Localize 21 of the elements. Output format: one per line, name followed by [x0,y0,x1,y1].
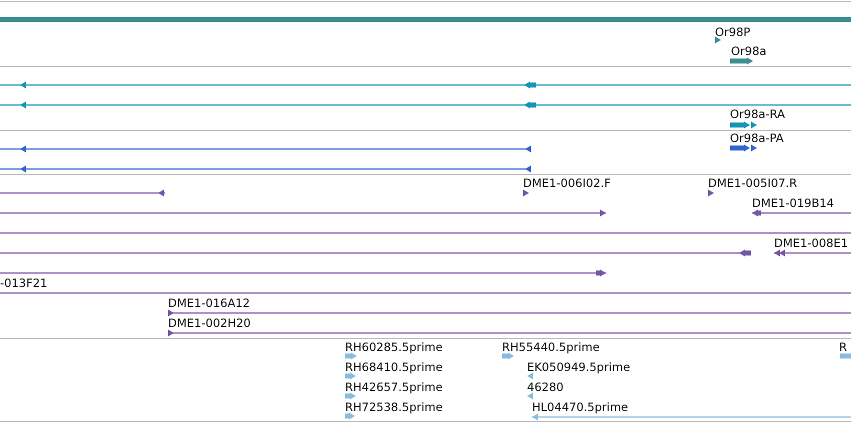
feature-label: RH55440.5prime [502,340,600,354]
feature-label: Or98a-PA [730,131,784,145]
feature-label: Or98a-RA [730,107,786,121]
feature-label: HL04470.5prime [532,400,628,414]
feature-label: EK050949.5prime [527,360,630,374]
feature-label: RH72538.5prime [345,400,443,414]
feature-glyph [840,354,851,358]
feature-label: 46280 [527,380,564,394]
feature-label: RH42657.5prime [345,380,443,394]
feature-label: Or98P [715,25,750,39]
feature-label: RH68410.5prime [345,360,443,374]
feature-label: DME1-005I07.R [708,176,798,190]
feature-label: DME1-008E1 [774,236,848,250]
feature-label: DME1-002H20 [168,316,251,330]
feature-label: DME1-006I02.F [523,176,611,190]
feature-label: DME1-016A12 [168,296,250,310]
feature-label: RH60285.5prime [345,340,443,354]
feature-label: -013F21 [0,276,48,290]
feature-label: Or98a [731,44,766,58]
feature-label: R [839,340,847,354]
feature-label: DME1-019B14 [752,196,834,210]
